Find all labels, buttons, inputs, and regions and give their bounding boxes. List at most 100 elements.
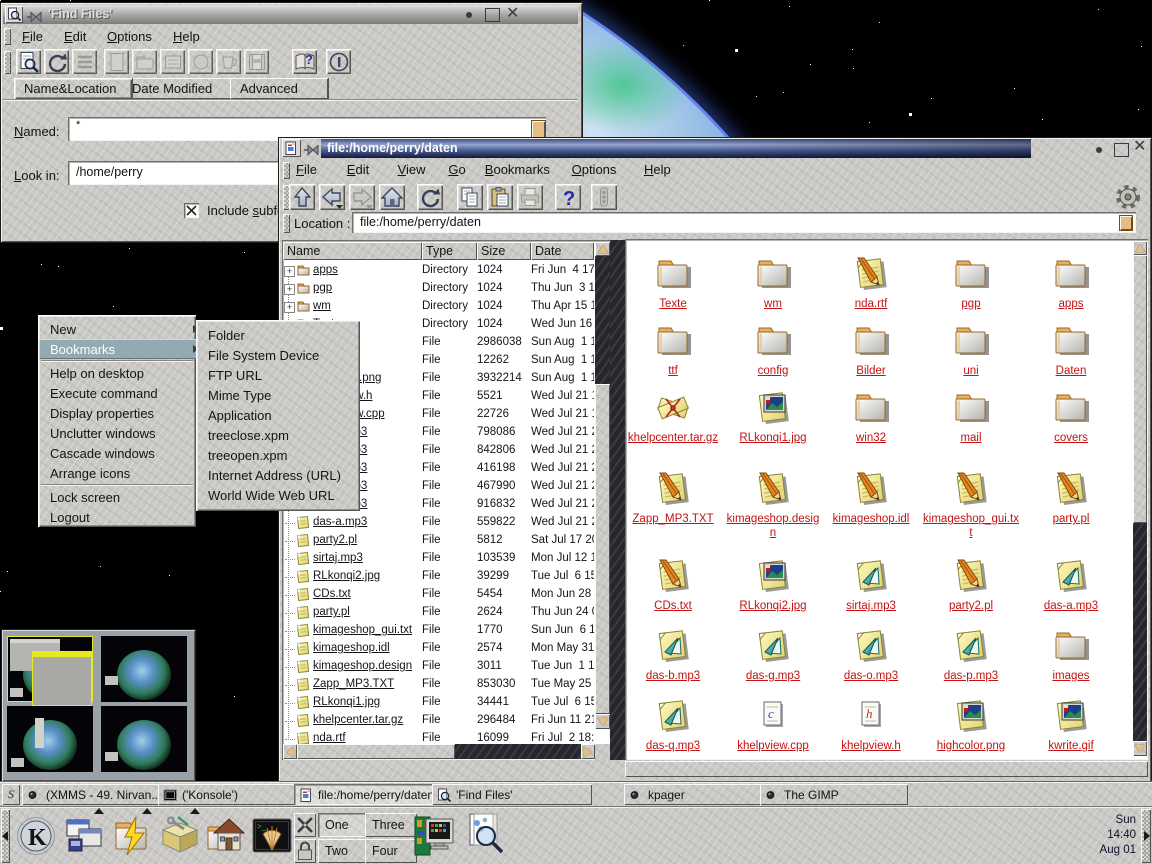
ff-toolbar-help-book-icon[interactable]: ? [292, 49, 317, 74]
tree-vscroll-thumb[interactable] [595, 384, 610, 714]
kfm-menu-help[interactable]: Help [644, 162, 671, 178]
ff-toolbar-list-icon[interactable] [72, 49, 97, 74]
file-icon-item[interactable]: nda.rtf [823, 255, 919, 312]
tree-row[interactable]: kimageshop_gui.txt File 1770 Sun Jun 6 1… [283, 622, 594, 640]
tree-hscroll-thumb[interactable] [297, 744, 455, 759]
scroll-left-icon[interactable] [283, 744, 297, 759]
file-icon-item[interactable]: config [725, 322, 821, 379]
system-monitor-icon[interactable] [413, 811, 455, 861]
tree-row[interactable]: kimageshop.design File 3011 Tue Jun 1 15 [283, 658, 594, 676]
lock-icon-button[interactable] [294, 839, 316, 863]
tree-row[interactable]: sirtaj.mp3 File 103539 Mon Jul 12 16 [283, 550, 594, 568]
kfm-toolbar-reload-icon[interactable] [417, 184, 443, 210]
ff-toolbar-cup-icon[interactable] [216, 49, 241, 74]
submenu-item-world-wide-web-url[interactable]: World Wide Web URL [197, 485, 370, 505]
file-icon-item[interactable]: das-q.mp3 [625, 697, 721, 754]
kfm-toolbar-up-icon[interactable] [289, 184, 315, 210]
tree-row[interactable]: party.pl File 2624 Thu Jun 24 01 [283, 604, 594, 622]
submenu-item-internet-address-url-[interactable]: Internet Address (URL) [197, 465, 370, 485]
ff-toolbar-circle-icon[interactable] [188, 49, 213, 74]
ff-toolbar-doc-icon[interactable] [104, 49, 129, 74]
kfm-toolbar-paste-icon[interactable] [487, 184, 513, 210]
menu-item-display-properties[interactable]: Display properties [39, 403, 206, 423]
file-icon-item[interactable]: kimageshop.idl [823, 470, 919, 527]
file-icon-item[interactable]: pgp [923, 255, 1019, 312]
file-icon-item[interactable]: das-b.mp3 [625, 627, 721, 684]
task-button[interactable]: file:/home/perry/daten [294, 784, 440, 805]
kfm-toolbar-back-icon[interactable] [319, 184, 345, 210]
file-icon-item[interactable]: c khelpview.cpp [725, 697, 821, 754]
tree-row[interactable]: RLkonqi2.jpg File 39299 Tue Jul 6 15: [283, 568, 594, 586]
file-icon-item[interactable]: win32 [823, 389, 919, 446]
task-button[interactable]: (XMMS - 49. Nirvan... [22, 784, 166, 805]
task-button[interactable]: kpager [624, 784, 768, 805]
file-icon-item[interactable]: das-a.mp3 [1023, 557, 1119, 614]
pin-icon[interactable] [26, 9, 42, 21]
file-icon-item[interactable]: Bilder [823, 322, 919, 379]
file-icon-item[interactable]: das-o.mp3 [823, 627, 919, 684]
scroll-right-icon[interactable] [581, 744, 595, 759]
file-icon-item[interactable]: kimageshop_gui.txt [923, 470, 1019, 540]
popup-arrow-icon[interactable] [142, 808, 152, 814]
ff-menu-help[interactable]: Help [173, 29, 233, 45]
pager-desktop-2[interactable] [101, 636, 187, 702]
tree-row[interactable]: Zapp_MP3.TXT File 853030 Tue May 25 0 [283, 676, 594, 694]
tree-row[interactable]: kimageshop.idl File 2574 Mon May 31 1 [283, 640, 594, 658]
column-header-name[interactable]: Name [283, 242, 422, 260]
submenu-item-folder[interactable]: Folder [197, 325, 370, 345]
scroll-down-icon[interactable] [595, 714, 610, 729]
ff-toolbar-sheet-icon[interactable] [160, 49, 185, 74]
submenu-item-treeopen-xpm[interactable]: treeopen.xpm [197, 445, 370, 465]
kfm-toolbar-print-icon[interactable] [517, 184, 543, 210]
task-button[interactable]: The GIMP [760, 784, 908, 805]
window-tool-icon-button[interactable] [294, 813, 316, 837]
icons-vscroll-thumb[interactable] [1133, 255, 1147, 523]
find-tool-icon[interactable] [462, 811, 506, 859]
file-icon-item[interactable]: RLkonqi1.jpg [725, 389, 821, 446]
ff-menu-options[interactable]: Options [107, 29, 167, 45]
file-icon-item[interactable]: ttf [625, 322, 721, 379]
file-icon-item[interactable]: sirtaj.mp3 [823, 557, 919, 614]
tree-row[interactable]: RLkonqi1.jpg File 34441 Tue Jul 6 15: [283, 694, 594, 712]
popup-arrow-icon[interactable] [190, 808, 200, 814]
tree-row[interactable]: + pgp Directory 1024 Thu Jun 3 19 [283, 280, 594, 298]
kfm-menu-bookmarks[interactable]: Bookmarks [485, 162, 550, 178]
ff-toolbar-find-doc-icon[interactable] [16, 49, 41, 74]
shell-icon[interactable]: >_ [250, 813, 294, 861]
column-header-size[interactable]: Size [477, 242, 531, 260]
pager-desktop-4[interactable] [101, 706, 187, 772]
task-button[interactable]: 'Find Files' [432, 784, 592, 805]
home-folder-icon[interactable] [204, 813, 248, 861]
menu-item-help-on-desktop[interactable]: Help on desktop [39, 363, 206, 383]
maximize-button[interactable] [1114, 143, 1129, 157]
kfm-menu-options[interactable]: Options [572, 162, 617, 178]
file-icon-item[interactable]: apps [1023, 255, 1119, 312]
desktop-button-three[interactable]: Three [365, 813, 417, 837]
kfm-toolbar-forward-icon[interactable] [349, 184, 375, 210]
file-icon-item[interactable]: kwrite.gif [1023, 697, 1119, 754]
kfm-toolbar-stop-icon[interactable] [591, 184, 617, 210]
file-icon-item[interactable]: party.pl [1023, 470, 1119, 527]
location-combo-button[interactable] [1119, 215, 1133, 231]
close-icon[interactable]: ✕ [506, 6, 522, 22]
find-files-app-icon[interactable] [5, 6, 23, 23]
file-icon-item[interactable]: party2.pl [923, 557, 1019, 614]
ff-toolbar-save-icon[interactable] [244, 49, 269, 74]
locationbar-grip[interactable] [283, 214, 290, 233]
tab-advanced[interactable]: Advanced [230, 78, 329, 99]
file-icon-item[interactable]: das-p.mp3 [923, 627, 1019, 684]
kfm-menu-file[interactable]: File [296, 162, 317, 178]
ff-toolbar-reload-icon[interactable] [44, 49, 69, 74]
tree-row[interactable]: das-a.mp3 File 559822 Wed Jul 21 21 [283, 514, 594, 532]
pager-desktop-1[interactable] [7, 636, 93, 702]
kfm-app-icon[interactable] [282, 139, 301, 157]
window-list-icon[interactable] [62, 813, 106, 861]
menu-item-logout[interactable]: Logout [39, 507, 206, 527]
menu-item-execute-command[interactable]: Execute command [39, 383, 206, 403]
desktop-button-two[interactable]: Two [318, 839, 370, 863]
scroll-up-icon[interactable] [1133, 241, 1147, 255]
submenu-item-application[interactable]: Application [197, 405, 370, 425]
expander-icon[interactable]: + [284, 266, 295, 277]
column-header-type[interactable]: Type [422, 242, 477, 260]
menu-item-lock-screen[interactable]: Lock screen [39, 487, 206, 507]
